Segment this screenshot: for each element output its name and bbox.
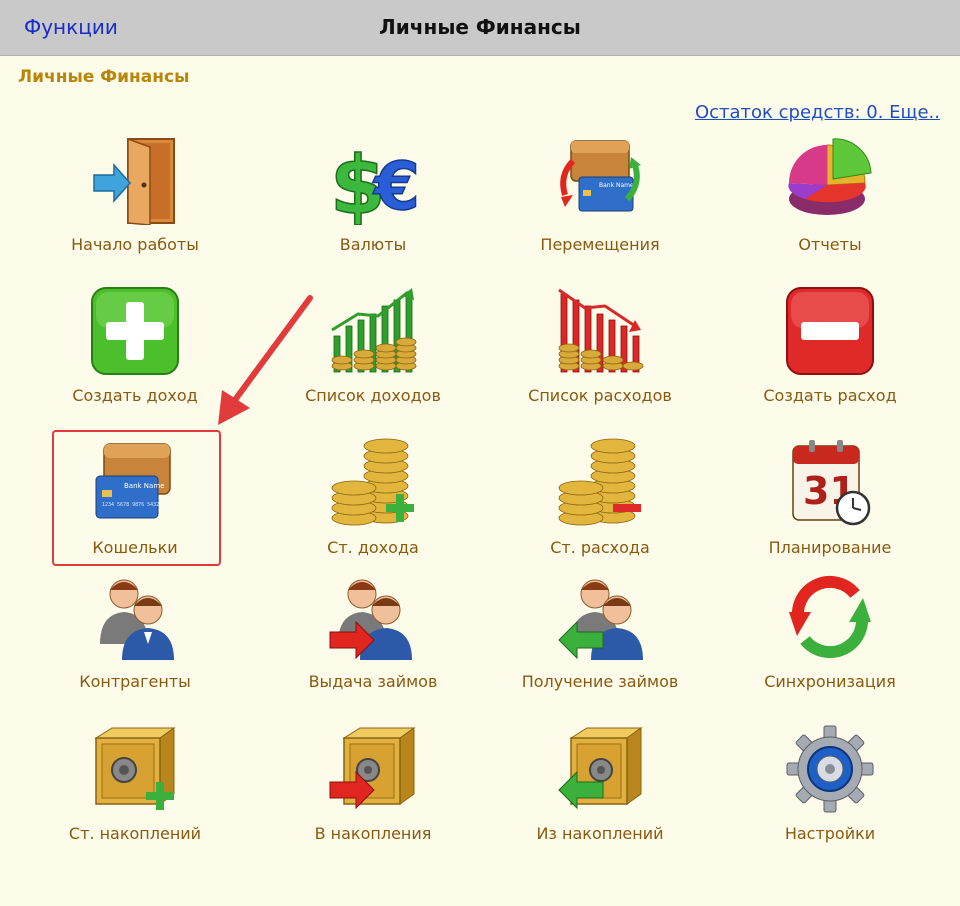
tile-label: Создать расход bbox=[763, 386, 897, 405]
tile-settings[interactable]: Настройки bbox=[715, 724, 945, 854]
tile-label: Список доходов bbox=[305, 386, 441, 405]
safe-plus-icon bbox=[90, 724, 180, 814]
tile-label: В накопления bbox=[314, 824, 432, 843]
tile-loans-issued[interactable]: Выдача займов bbox=[258, 572, 488, 702]
transfer-wallet-icon: Bank Name bbox=[555, 135, 645, 225]
tile-income-items[interactable]: Ст. дохода bbox=[258, 438, 488, 568]
tile-label: Выдача займов bbox=[308, 672, 438, 691]
tile-label: Планирование bbox=[768, 538, 892, 557]
people-icon bbox=[90, 572, 180, 662]
tile-label: Получение займов bbox=[521, 672, 679, 691]
people-arrow-in-icon bbox=[555, 572, 645, 662]
tile-label: Ст. дохода bbox=[327, 538, 419, 557]
people-arrow-out-icon bbox=[328, 572, 418, 662]
tile-label: Начало работы bbox=[71, 235, 199, 254]
tile-from-savings[interactable]: Из накоплений bbox=[485, 724, 715, 854]
balance-link[interactable]: Остаток средств: 0. Еще.. bbox=[695, 102, 940, 123]
tile-label: Контрагенты bbox=[79, 672, 191, 691]
sync-icon bbox=[785, 572, 875, 662]
top-bar: Функции Личные Финансы bbox=[0, 0, 960, 56]
tile-label: Перемещения bbox=[540, 235, 660, 254]
minus-icon bbox=[785, 286, 875, 376]
currency-icon: $ € bbox=[328, 135, 418, 225]
tile-label: Настройки bbox=[784, 824, 876, 843]
tile-income-list[interactable]: Список доходов bbox=[258, 286, 488, 416]
tile-loans-received[interactable]: Получение займов bbox=[485, 572, 715, 702]
tile-label: Отчеты bbox=[798, 235, 862, 254]
plus-icon bbox=[90, 286, 180, 376]
pie-chart-icon bbox=[785, 135, 875, 225]
tile-label: Ст. накоплений bbox=[68, 824, 202, 843]
tile-create-income[interactable]: Создать доход bbox=[20, 286, 250, 416]
card-bank-name: Bank Name bbox=[124, 482, 164, 490]
tile-to-savings[interactable]: В накопления bbox=[258, 724, 488, 854]
section-title: Личные Финансы bbox=[18, 67, 190, 87]
coins-minus-icon bbox=[555, 438, 645, 528]
card-bank-name: Bank Name bbox=[599, 182, 634, 189]
tile-label: Список расходов bbox=[528, 386, 672, 405]
tile-savings-items[interactable]: Ст. накоплений bbox=[20, 724, 250, 854]
tile-label: Ст. расхода bbox=[550, 538, 650, 557]
tile-currencies[interactable]: $ € Валюты bbox=[258, 135, 488, 265]
tile-label: Создать доход bbox=[72, 386, 198, 405]
expense-chart-icon bbox=[555, 286, 645, 376]
tile-label: Синхронизация bbox=[764, 672, 896, 691]
tile-counterparties[interactable]: Контрагенты bbox=[20, 572, 250, 702]
tile-create-expense[interactable]: Создать расход bbox=[715, 286, 945, 416]
tile-start[interactable]: Начало работы bbox=[20, 135, 250, 265]
door-arrow-icon bbox=[90, 135, 180, 225]
tile-sync[interactable]: Синхронизация bbox=[715, 572, 945, 702]
tile-transfers[interactable]: Bank Name Перемещения bbox=[485, 135, 715, 265]
svg-text:€: € bbox=[372, 148, 418, 225]
functions-button[interactable]: Функции bbox=[24, 15, 118, 39]
tile-wallets[interactable]: Bank Name 1234 5678 9876 5432 Кошельки bbox=[20, 438, 250, 568]
gear-icon bbox=[785, 724, 875, 814]
tile-expense-list[interactable]: Список расходов bbox=[485, 286, 715, 416]
income-chart-icon bbox=[328, 286, 418, 376]
window-title: Личные Финансы bbox=[379, 15, 581, 39]
calendar-clock-icon: 31 bbox=[785, 438, 875, 528]
coins-plus-icon bbox=[328, 438, 418, 528]
safe-arrow-out-icon bbox=[555, 724, 645, 814]
tile-reports[interactable]: Отчеты bbox=[715, 135, 945, 265]
safe-arrow-in-icon bbox=[328, 724, 418, 814]
card-number: 1234 5678 9876 5432 bbox=[102, 502, 159, 508]
tile-planning[interactable]: 31 Планирование bbox=[715, 438, 945, 568]
tile-label: Из накоплений bbox=[536, 824, 664, 843]
wallet-card-icon: Bank Name 1234 5678 9876 5432 bbox=[90, 438, 180, 528]
tile-expense-items[interactable]: Ст. расхода bbox=[485, 438, 715, 568]
tile-label: Валюты bbox=[339, 235, 407, 254]
tile-label: Кошельки bbox=[92, 538, 178, 557]
